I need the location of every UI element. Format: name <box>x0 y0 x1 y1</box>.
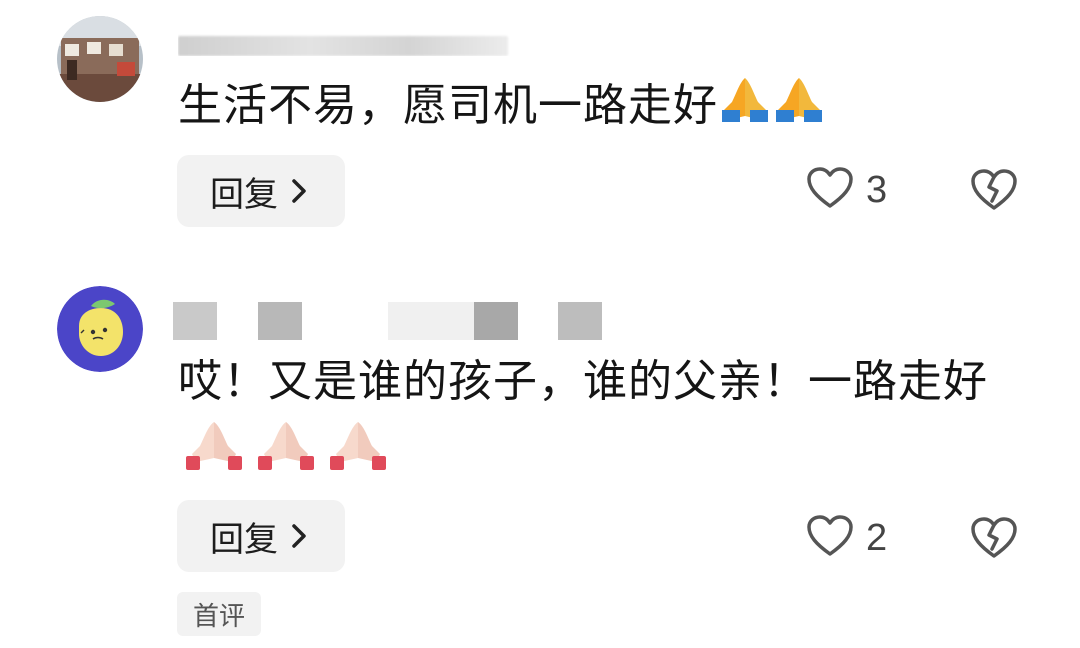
heart-icon <box>806 514 854 562</box>
avatar[interactable] <box>57 286 143 372</box>
dislike-button[interactable] <box>970 168 1018 216</box>
folded-hands-icon <box>772 72 826 146</box>
chevron-right-icon <box>288 520 312 552</box>
lemon-avatar-icon <box>57 286 143 372</box>
comment-item: 哎！又是谁的孩子，谁的父亲！一路走好 回复 2 首评 <box>0 270 1080 648</box>
comment-item: 生活不易，愿司机一路走好 回复 3 <box>0 0 1080 250</box>
first-comment-badge: 首评 <box>177 592 261 636</box>
dislike-button[interactable] <box>970 516 1018 564</box>
broken-heart-icon <box>970 169 1018 216</box>
avatar[interactable] <box>57 16 143 102</box>
like-count: 2 <box>866 516 888 559</box>
folded-hands-nails-icon <box>250 416 322 492</box>
like-count: 3 <box>866 168 888 211</box>
like-button[interactable]: 3 <box>806 166 906 214</box>
heart-icon <box>806 166 854 214</box>
reply-label: 回复 <box>210 174 278 215</box>
reply-label: 回复 <box>210 519 278 560</box>
reply-button[interactable]: 回复 <box>177 500 345 572</box>
comment-text: 生活不易，愿司机一路走好 <box>178 72 1018 146</box>
comment-text: 哎！又是谁的孩子，谁的父亲！一路走好 <box>178 348 1018 492</box>
folded-hands-nails-icon <box>322 416 394 492</box>
username-obscured <box>173 302 618 340</box>
reply-button[interactable]: 回复 <box>177 155 345 227</box>
folded-hands-icon <box>718 72 772 146</box>
folded-hands-nails-icon <box>178 416 250 492</box>
username-obscured <box>178 30 538 56</box>
broken-heart-icon <box>970 517 1018 564</box>
chevron-right-icon <box>288 175 312 207</box>
avatar-photo <box>57 16 143 102</box>
like-button[interactable]: 2 <box>806 514 906 562</box>
